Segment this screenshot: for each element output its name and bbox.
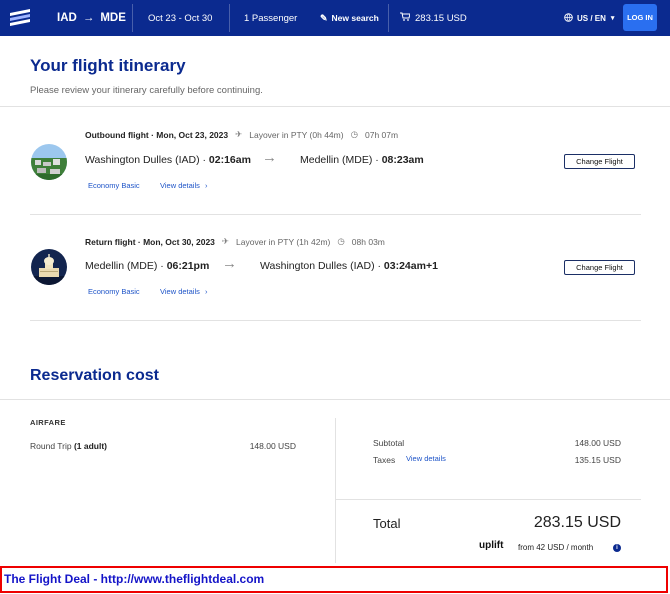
taxes-view-details-link[interactable]: View details: [406, 454, 446, 463]
clock-icon: ◷: [350, 129, 358, 139]
chevron-down-icon: ▾: [610, 15, 615, 22]
fare-type-link[interactable]: Economy Basic: [88, 181, 140, 190]
departure-info: Medellin (MDE) · 06:21pm: [85, 260, 210, 272]
arrival-time: 08:23am: [381, 154, 424, 166]
locale-selector[interactable]: US / EN ▾: [564, 0, 614, 36]
chevron-right-icon: ›: [204, 181, 208, 190]
cart-total: 283.15 USD: [415, 12, 467, 24]
uplift-logo: uplift: [479, 540, 504, 551]
total-amount: 283.15 USD: [533, 514, 621, 531]
uplift-monthly-text: from 42 USD / month: [518, 543, 594, 552]
divider: [229, 4, 230, 32]
destination-code: MDE: [100, 12, 126, 24]
taxes-amount: 135.15 USD: [574, 455, 621, 465]
passenger-count[interactable]: 1 Passenger: [244, 0, 297, 36]
total-label: Total: [373, 516, 401, 531]
reservation-cost-title: Reservation cost: [30, 367, 159, 384]
footer-link[interactable]: The Flight Deal - http://www.theflightde…: [4, 572, 264, 586]
destination-thumbnail: [31, 144, 67, 180]
arrow-right-icon: →: [262, 149, 277, 166]
locale-label: US / EN: [577, 13, 606, 23]
plane-icon: ✈: [221, 236, 230, 246]
clock-icon: ◷: [337, 236, 345, 246]
subtotal-label: Subtotal: [373, 438, 405, 448]
trip-description: Round Trip (1 adult): [30, 441, 107, 451]
return-flight-meta: Return flight · Mon, Oct 30, 2023 ✈ Layo…: [85, 236, 385, 247]
flight-date: Mon, Oct 23, 2023: [156, 129, 229, 140]
departure-time: 06:21pm: [166, 260, 210, 272]
view-details-link[interactable]: View details ›: [160, 287, 207, 296]
divider: [30, 320, 641, 321]
departure-city: Medellin (MDE): [85, 260, 158, 272]
trip-type: Round Trip: [30, 441, 74, 451]
top-nav-bar: IAD → MDE Oct 23 - Oct 30 1 Passenger ✎ …: [0, 0, 670, 36]
arrival-info: Washington Dulles (IAD) · 03:24am+1: [260, 260, 438, 272]
page-title: Your flight itinerary: [30, 56, 186, 75]
route-summary[interactable]: IAD → MDE: [57, 0, 126, 36]
cart-summary[interactable]: 283.15 USD: [400, 0, 467, 36]
flight-type-label: Return flight: [85, 236, 136, 247]
divider: [0, 399, 670, 400]
taxes-label: Taxes: [373, 455, 396, 465]
divider: [132, 4, 133, 32]
divider: [336, 499, 641, 500]
departure-time: 02:16am: [208, 154, 251, 166]
subtotal-amount: 148.00 USD: [574, 438, 621, 448]
flight-date: Mon, Oct 30, 2023: [143, 236, 215, 247]
view-details-label: View details: [160, 287, 200, 296]
travel-dates[interactable]: Oct 23 - Oct 30: [148, 0, 212, 36]
layover-info: Layover in PTY (0h 44m): [249, 129, 344, 140]
airline-logo[interactable]: [8, 7, 32, 29]
divider: [388, 4, 389, 32]
arrival-city: Medellin (MDE): [300, 154, 373, 166]
flight-duration: 07h 07m: [365, 129, 399, 140]
departure-city: Washington Dulles (IAD): [85, 154, 200, 166]
layover-info: Layover in PTY (1h 42m): [236, 236, 331, 247]
view-details-link[interactable]: View details ›: [160, 181, 207, 190]
fare-type-link[interactable]: Economy Basic: [88, 287, 140, 296]
cart-icon: [400, 12, 411, 24]
login-button[interactable]: LOG IN: [623, 4, 657, 31]
destination-thumbnail: [31, 249, 67, 285]
arrival-time: 03:24am+1: [383, 260, 438, 272]
chevron-right-icon: ›: [204, 287, 208, 296]
change-flight-button[interactable]: Change Flight: [564, 154, 635, 169]
outbound-flight-meta: Outbound flight · Mon, Oct 23, 2023 ✈ La…: [85, 129, 399, 140]
new-search-label: New search: [331, 13, 379, 23]
globe-icon: [564, 12, 573, 24]
info-icon[interactable]: i: [613, 544, 621, 552]
arrow-right-icon: →: [82, 12, 95, 24]
divider: [30, 214, 641, 215]
divider: [0, 106, 670, 107]
pencil-icon: ✎: [320, 12, 328, 23]
change-flight-button[interactable]: Change Flight: [564, 260, 635, 275]
origin-code: IAD: [57, 12, 77, 24]
passenger-summary: (1 adult): [73, 441, 108, 451]
arrival-info: Medellin (MDE) · 08:23am: [300, 154, 424, 166]
view-details-label: View details: [160, 181, 200, 190]
new-search-button[interactable]: ✎ New search: [320, 0, 379, 36]
page-subtitle: Please review your itinerary carefully b…: [30, 85, 263, 96]
plane-icon: ✈: [235, 129, 243, 139]
flight-duration: 08h 03m: [351, 236, 385, 247]
airfare-label: AIRFARE: [30, 418, 66, 427]
arrow-right-icon: →: [222, 255, 237, 272]
column-divider: [335, 418, 336, 563]
flight-type-label: Outbound flight: [85, 129, 149, 140]
arrival-city: Washington Dulles (IAD): [260, 260, 375, 272]
airfare-amount: 148.00 USD: [249, 441, 296, 451]
departure-info: Washington Dulles (IAD) · 02:16am: [85, 154, 251, 166]
